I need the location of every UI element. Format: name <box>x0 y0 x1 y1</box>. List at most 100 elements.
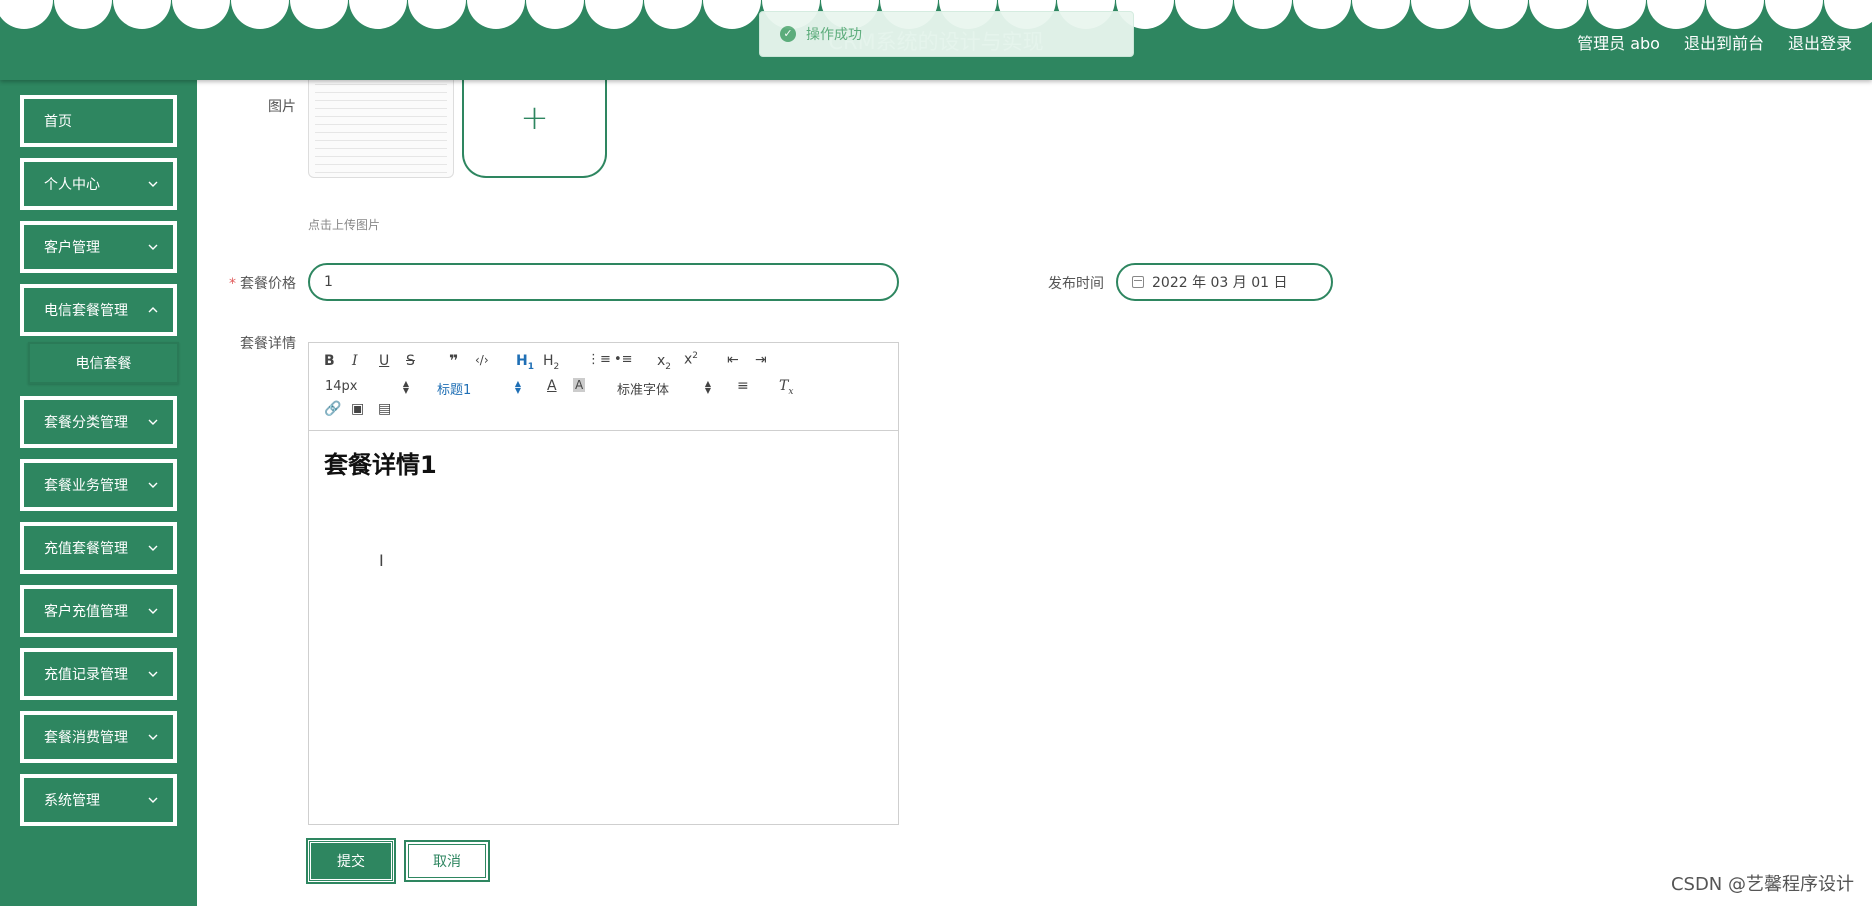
price-label: * 套餐价格 <box>210 273 296 293</box>
uploaded-image-thumbnail[interactable] <box>308 68 454 178</box>
font-color-icon[interactable]: A <box>547 378 557 394</box>
scallop-circle <box>408 0 466 29</box>
chevron-down-icon <box>148 734 158 740</box>
editor-toolbar: B I U S ❞ ‹/› H1 H2 ⋮≡ •≡ x2 x2 ⇤ ⇥ 14px… <box>309 343 898 431</box>
sidebar-item-label: 个人中心 <box>44 177 100 193</box>
scallop-circle <box>290 0 348 29</box>
plus-icon: + <box>520 98 549 138</box>
rich-text-editor: B I U S ❞ ‹/› H1 H2 ⋮≡ •≡ x2 x2 ⇤ ⇥ 14px… <box>308 342 899 825</box>
sidebar-item-customer-management[interactable]: 客户管理 <box>20 221 177 273</box>
chevron-down-icon <box>148 181 158 187</box>
header-actions: 管理员 abo 退出到前台 退出登录 <box>1577 30 1852 54</box>
publish-date-value: 2022 年 03 月 01 日 <box>1152 275 1288 291</box>
chevron-down-icon <box>148 608 158 614</box>
select-arrows-icon: ▲ ▼ <box>514 379 521 395</box>
sidebar-item-home[interactable]: 首页 <box>20 95 177 147</box>
sidebar-item-package-consumption-management[interactable]: 套餐消费管理 <box>20 711 177 763</box>
header-1-icon[interactable]: H1 <box>516 353 534 372</box>
sidebar-subitem-telecom-package[interactable]: 电信套餐 <box>28 342 179 384</box>
sidebar-item-label: 充值套餐管理 <box>44 541 128 557</box>
select-arrows-icon: ▲ ▼ <box>704 379 711 395</box>
scallop-circle <box>1647 0 1705 29</box>
admin-user-label[interactable]: 管理员 abo <box>1577 30 1660 54</box>
scallop-circle <box>1529 0 1587 29</box>
indent-icon[interactable]: ⇥ <box>755 352 767 368</box>
scallop-circle <box>1765 0 1823 29</box>
font-size-select[interactable]: 14px ▲ ▼ <box>325 379 409 395</box>
editor-content[interactable]: 套餐详情1 I <box>309 431 898 570</box>
sidebar-subitem-label: 电信套餐 <box>75 356 132 372</box>
chevron-down-icon <box>148 419 158 425</box>
scallop-circle <box>467 0 525 29</box>
outdent-icon[interactable]: ⇤ <box>727 352 739 368</box>
font-size-value: 14px <box>325 379 358 394</box>
sidebar-item-label: 充值记录管理 <box>44 667 128 683</box>
publish-date-label: 发布时间 <box>1048 276 1104 292</box>
sidebar-item-telecom-package-management[interactable]: 电信套餐管理 <box>20 284 177 336</box>
scallop-circle <box>1352 0 1410 29</box>
scallop-circle <box>349 0 407 29</box>
font-family-value: 标准字体 <box>617 383 670 398</box>
sidebar-item-label: 首页 <box>44 114 72 130</box>
scallop-circle <box>703 0 761 29</box>
sidebar-item-customer-recharge-management[interactable]: 客户充值管理 <box>20 585 177 637</box>
sidebar-item-system-management[interactable]: 系统管理 <box>20 774 177 826</box>
sidebar: 首页 个人中心 客户管理 电信套餐管理 电信套餐 套餐分类管理 套餐业务管理 充… <box>0 80 197 906</box>
sidebar-item-label: 套餐消费管理 <box>44 730 128 746</box>
image-icon[interactable]: ▣ <box>351 401 364 417</box>
superscript-icon[interactable]: x2 <box>684 351 698 368</box>
check-circle-icon: ✓ <box>780 26 796 42</box>
chevron-down-icon <box>148 244 158 250</box>
clear-format-icon[interactable]: Tx <box>779 378 793 397</box>
link-icon[interactable]: 🔗 <box>324 401 341 417</box>
chevron-down-icon <box>148 671 158 677</box>
strikethrough-icon[interactable]: S <box>406 353 415 369</box>
font-family-select[interactable]: 标准字体 ▲ ▼ <box>617 379 711 399</box>
sidebar-item-label: 系统管理 <box>44 793 100 809</box>
publish-date-picker[interactable]: 2022 年 03 月 01 日 <box>1116 263 1333 301</box>
sidebar-item-package-business-management[interactable]: 套餐业务管理 <box>20 459 177 511</box>
scallop-circle <box>526 0 584 29</box>
blockquote-icon[interactable]: ❞ <box>449 351 458 370</box>
watermark: CSDN @艺馨程序设计 <box>1670 874 1854 895</box>
scallop-circle <box>113 0 171 29</box>
align-icon[interactable]: ≡ <box>737 378 749 394</box>
underline-icon[interactable]: U <box>379 353 389 369</box>
sidebar-item-package-category-management[interactable]: 套餐分类管理 <box>20 396 177 448</box>
chevron-down-icon <box>148 545 158 551</box>
sidebar-item-label: 套餐分类管理 <box>44 415 128 431</box>
subscript-icon[interactable]: x2 <box>657 353 671 372</box>
ordered-list-icon[interactable]: ⋮≡ <box>587 352 611 367</box>
sidebar-item-personal-center[interactable]: 个人中心 <box>20 158 177 210</box>
editor-heading: 套餐详情1 <box>324 451 437 479</box>
code-block-icon[interactable]: ‹/› <box>475 353 489 367</box>
submit-button[interactable]: 提交 <box>306 838 396 884</box>
header-select[interactable]: 标题1 ▲ ▼ <box>437 379 521 399</box>
scallop-circle <box>54 0 112 29</box>
background-color-icon[interactable]: A <box>573 378 586 392</box>
toast-message: 操作成功 <box>806 27 862 43</box>
italic-icon[interactable]: I <box>352 353 358 369</box>
logout-link[interactable]: 退出登录 <box>1788 30 1852 54</box>
sidebar-item-recharge-record-management[interactable]: 充值记录管理 <box>20 648 177 700</box>
scallop-circle <box>644 0 702 29</box>
scallop-circle <box>1234 0 1292 29</box>
scallop-circle <box>1706 0 1764 29</box>
success-toast: ✓ 操作成功 <box>759 11 1134 57</box>
bold-icon[interactable]: B <box>324 353 335 369</box>
required-asterisk: * <box>229 276 236 292</box>
price-input[interactable]: 1 <box>308 263 899 301</box>
calendar-icon <box>1132 276 1144 288</box>
bullet-list-icon[interactable]: •≡ <box>614 352 633 367</box>
header-2-icon[interactable]: H2 <box>543 353 559 372</box>
exit-to-front-link[interactable]: 退出到前台 <box>1684 30 1764 54</box>
sidebar-item-label: 客户充值管理 <box>44 604 128 620</box>
price-label-text: 套餐价格 <box>240 276 296 292</box>
scallop-circle <box>1824 0 1872 29</box>
sidebar-item-recharge-package-management[interactable]: 充值套餐管理 <box>20 522 177 574</box>
cancel-button[interactable]: 取消 <box>404 840 490 882</box>
video-icon[interactable]: ▤ <box>378 401 391 417</box>
chevron-down-icon <box>148 482 158 488</box>
scallop-circle <box>1470 0 1528 29</box>
detail-label: 套餐详情 <box>240 336 296 352</box>
